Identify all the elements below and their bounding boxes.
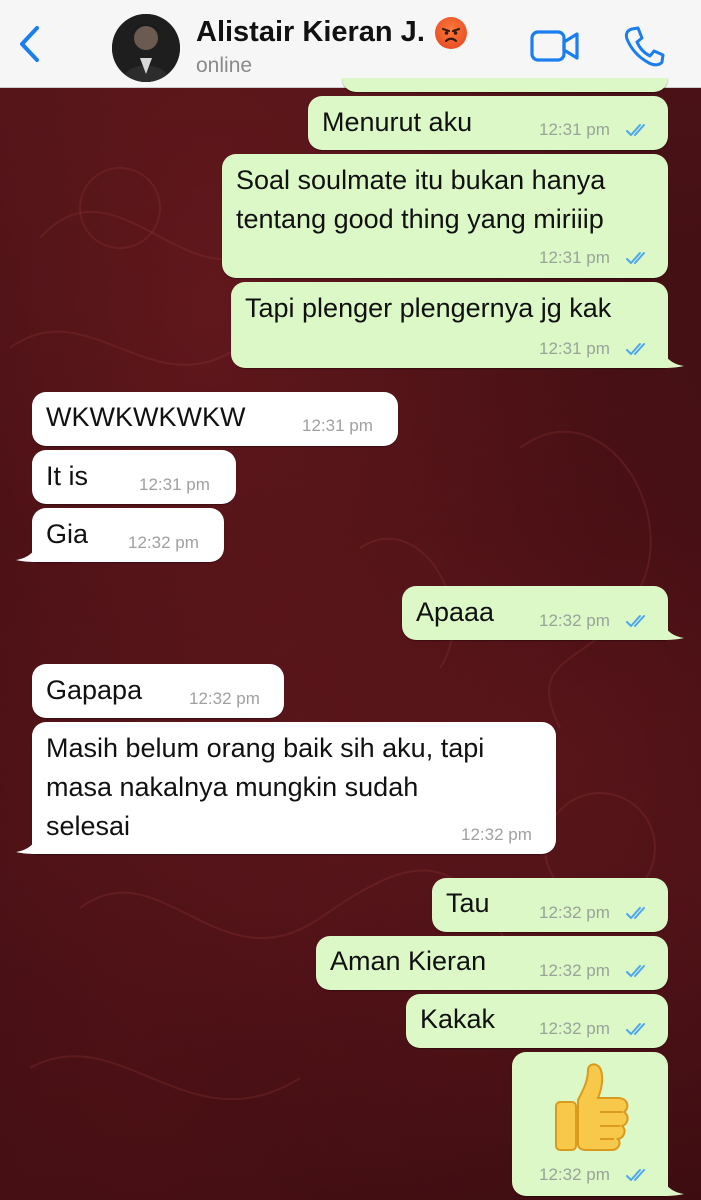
message-text: WKWKWKWKW [46,402,246,432]
message-bubble[interactable]: Kakak 12:32 pm [406,994,668,1048]
message-time: 12:31 pm [539,339,610,358]
message-bubble[interactable]: Menurut aku 12:31 pm [308,96,668,150]
message-time: 12:32 pm [539,1019,610,1038]
message-time: 12:31 pm [302,416,373,435]
video-camera-icon [530,30,579,62]
read-receipt-icon [626,1169,645,1181]
message-text: Masih belum orang baik sih aku, tapi mas… [46,733,485,841]
message-text: Soal soulmate itu bukan hanya tentang go… [236,165,606,234]
message-text: Gapapa [46,675,143,705]
message-text: Kakak [420,1004,496,1034]
message-time: 12:32 pm [461,825,532,844]
contact-name[interactable]: Alistair Kieran J. [196,16,467,49]
message-bubble[interactable]: Masih belum orang baik sih aku, tapi mas… [32,722,556,854]
message-time: 12:32 pm [539,1165,610,1184]
message-time: 12:32 pm [539,961,610,980]
message-time: 12:32 pm [189,689,260,708]
pouting-face-icon [434,16,467,49]
contact-name-text: Alistair Kieran J. [196,16,425,48]
bubble-tail [662,1174,684,1196]
message-bubble[interactable]: Soal soulmate itu bukan hanya tentang go… [222,154,668,278]
back-button[interactable] [12,22,46,66]
message-bubble[interactable]: Tapi plenger plengernya jg kak 12:31 pm [231,282,668,368]
read-receipt-icon [626,965,645,977]
read-receipt-icon [626,1023,645,1035]
chevron-left-icon [20,26,39,62]
contact-status: online [196,54,253,77]
avatar-photo [112,14,180,82]
message-time: 12:32 pm [539,611,610,630]
read-receipt-icon [626,252,645,264]
message-time: 12:32 pm [128,533,199,552]
message-text: Gia [46,519,89,549]
thumbs-up-icon [555,1063,629,1151]
message-text: Apaaa [416,597,495,627]
message-bubble[interactable]: Gapapa 12:32 pm [32,664,284,718]
message-bubble[interactable]: Apaaa 12:32 pm [402,586,668,640]
chat-header: Alistair Kieran J. online [0,0,701,88]
message-text: Menurut aku [322,107,473,137]
contact-avatar[interactable] [112,14,180,82]
bubble-tail [16,832,38,854]
phone-icon [624,26,665,67]
message-bubble[interactable]: WKWKWKWKW 12:31 pm [32,392,398,446]
read-receipt-icon [626,124,645,136]
bubble-tail [662,618,684,640]
message-text: Aman Kieran [330,946,487,976]
message-bubble[interactable]: Aman Kieran 12:32 pm [316,936,668,990]
message-bubble[interactable]: It is 12:31 pm [32,450,236,504]
voice-call-button[interactable] [622,24,666,68]
read-receipt-icon [626,907,645,919]
read-receipt-icon [626,615,645,627]
message-bubble[interactable]: 12:32 pm [512,1052,668,1196]
message-text: Tau [446,888,490,918]
message-bubble[interactable]: Gia 12:32 pm [32,508,224,562]
message-time: 12:32 pm [539,903,610,922]
message-bubble[interactable]: Tau 12:32 pm [432,878,668,932]
video-call-button[interactable] [530,28,580,64]
message-time: 12:31 pm [539,248,610,267]
bubble-tail [16,540,38,562]
bubble-tail [662,346,684,368]
message-time: 12:31 pm [139,475,210,494]
read-receipt-icon [626,343,645,355]
message-text: It is [46,461,89,491]
message-time: 12:31 pm [539,120,610,139]
message-text: Tapi plenger plengernya jg kak [245,293,612,323]
previous-message-bubble [342,78,668,92]
